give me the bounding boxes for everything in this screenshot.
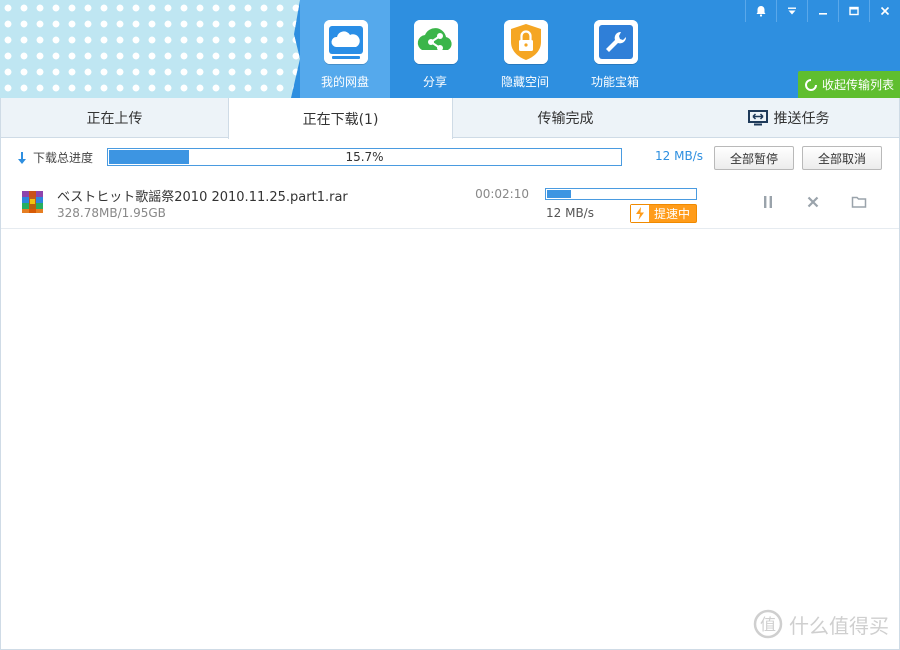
tab-push-tasks[interactable]: 推送任务 (678, 98, 899, 138)
total-speed: 12 MB/s (655, 149, 703, 163)
total-label-text: 下载总进度 (33, 151, 94, 165)
download-arrow-icon (18, 151, 26, 164)
pause-all-button[interactable]: 全部暂停 (714, 146, 794, 170)
folder-icon[interactable] (851, 194, 867, 210)
total-progress-row: 下载总进度 15.7% 12 MB/s 全部暂停 全部取消 (0, 138, 900, 176)
boost-label: 提速中 (654, 207, 691, 221)
nav-label: 我的网盘 (320, 75, 369, 89)
total-progress-label: 下载总进度 (17, 149, 93, 166)
tab-label: 传输完成 (537, 111, 594, 127)
share-icon (414, 20, 458, 64)
smzdm-logo-icon: 值 (753, 609, 783, 639)
tab-uploading[interactable]: 正在上传 (1, 98, 228, 138)
file-speed: 12 MB/s (546, 206, 594, 220)
close-icon[interactable] (869, 0, 900, 22)
file-size: 328.78MB/1.95GB (57, 206, 166, 220)
monitor-icon (747, 110, 768, 126)
app-header: 我的网盘 分享 隐藏空间 功能宝箱 收起传输列表 (0, 0, 900, 98)
cancel-icon[interactable] (805, 194, 821, 210)
time-remaining: 00:02:10 (475, 187, 529, 201)
file-name: ベストヒット歌謡祭2010 2010.11.25.part1.rar (57, 190, 348, 205)
bell-icon[interactable] (745, 0, 776, 22)
svg-text:值: 值 (760, 615, 776, 634)
refresh-icon (804, 78, 818, 92)
minimize-icon[interactable] (807, 0, 838, 22)
lock-icon (504, 20, 548, 64)
total-progress-percent: 15.7% (345, 150, 384, 164)
watermark: 值 什么值得买 (753, 609, 889, 639)
tab-label: 正在下载(1) (302, 111, 379, 128)
download-list: ベストヒット歌謡祭2010 2010.11.25.part1.rar 328.7… (0, 176, 900, 650)
list-item[interactable]: ベストヒット歌謡祭2010 2010.11.25.part1.rar 328.7… (1, 176, 899, 229)
nav-my-drive[interactable]: 我的网盘 (300, 0, 390, 98)
collapse-button-label: 收起传输列表 (822, 78, 895, 92)
menu-dropdown-icon[interactable] (776, 0, 807, 22)
cancel-all-button[interactable]: 全部取消 (802, 146, 882, 170)
cloud-icon (324, 20, 368, 64)
user-avatar-banner[interactable] (0, 0, 300, 98)
wrench-icon (594, 20, 638, 64)
nav-label: 隐藏空间 (500, 75, 549, 89)
tab-label: 推送任务 (773, 111, 830, 127)
nav-share[interactable]: 分享 (390, 0, 480, 98)
window-controls (745, 0, 900, 22)
file-progress-fill (547, 190, 571, 198)
lightning-icon (631, 205, 649, 222)
boost-badge[interactable]: 提速中 (630, 204, 697, 223)
pause-icon[interactable] (760, 194, 776, 210)
watermark-text: 什么值得买 (789, 613, 889, 638)
nav-toolbox[interactable]: 功能宝箱 (570, 0, 660, 98)
rar-archive-icon (20, 189, 45, 214)
tab-downloading[interactable]: 正在下载(1) (228, 98, 453, 139)
tab-completed[interactable]: 传输完成 (453, 98, 678, 138)
nav-label: 功能宝箱 (590, 75, 639, 89)
nav-label: 分享 (422, 75, 447, 89)
file-progress-bar (545, 188, 697, 200)
maximize-icon[interactable] (838, 0, 869, 22)
transfer-tabs: 正在上传 正在下载(1) 传输完成 推送任务 (0, 98, 900, 139)
nav-hidden-space[interactable]: 隐藏空间 (480, 0, 570, 98)
tab-label: 正在上传 (86, 111, 143, 127)
total-progress-bar: 15.7% (107, 148, 622, 166)
collapse-transfer-list-button[interactable]: 收起传输列表 (798, 71, 900, 98)
